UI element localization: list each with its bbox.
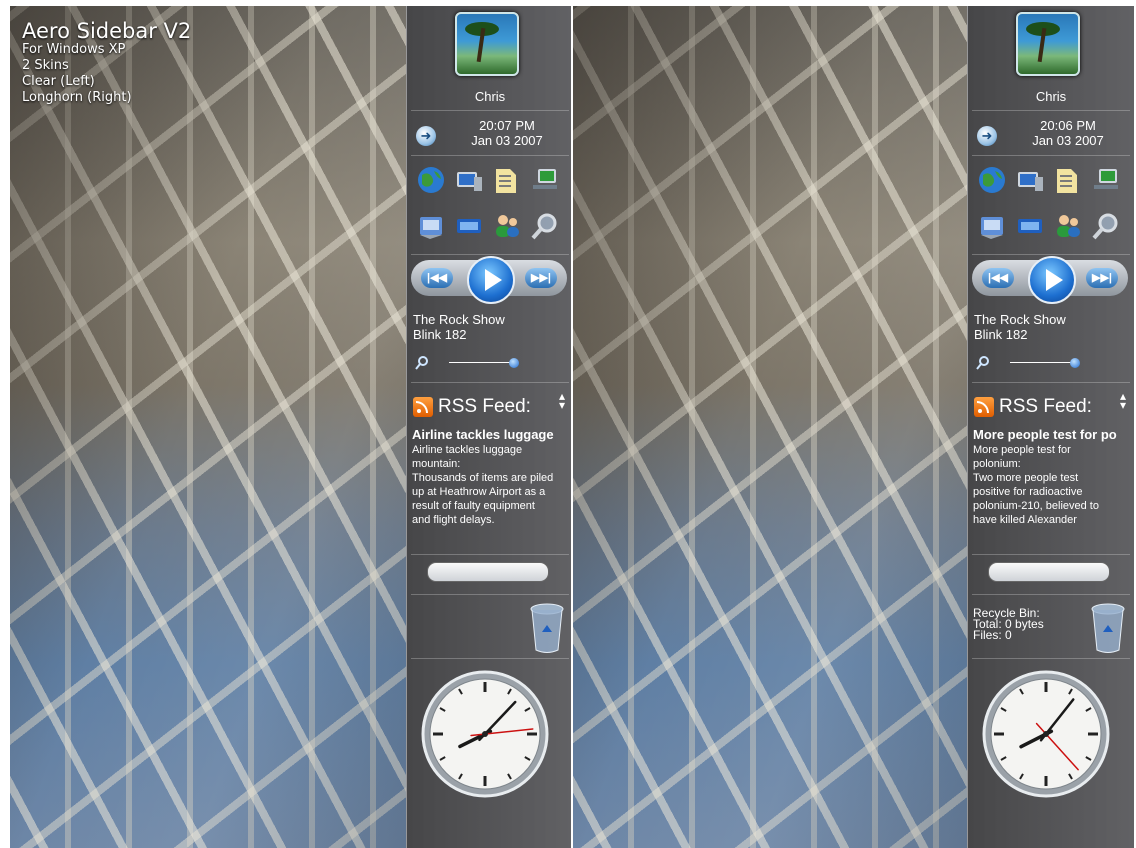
time-display: 20:06 PM Jan 03 2007 <box>1008 118 1128 148</box>
rss-label: RSS Feed: <box>438 396 531 417</box>
search-input[interactable] <box>988 562 1110 582</box>
rss-line: Airline tackles luggage <box>412 444 523 456</box>
volume-knob[interactable] <box>509 358 519 368</box>
network-icon[interactable] <box>529 164 561 196</box>
user-name: Chris <box>1035 89 1067 104</box>
rss-line: positive for radioactive <box>973 486 1083 498</box>
time-value: 20:07 PM <box>479 118 535 133</box>
rss-header: RSS Feed: <box>413 396 531 418</box>
users-icon[interactable] <box>491 210 523 242</box>
rss-label: RSS Feed: <box>999 396 1092 417</box>
recycle-bin-info: Recycle Bin: Total: 0 bytes Files: 0 <box>973 607 1044 642</box>
rss-line: have killed Alexander <box>973 514 1077 526</box>
time-value: 20:06 PM <box>1040 118 1096 133</box>
left-screenshot: Aero Sidebar V2 For Windows XP 2 Skins C… <box>10 6 571 848</box>
media-player-controls: |◀◀ ▶▶| <box>411 256 567 304</box>
rss-line: and flight delays. <box>412 514 495 526</box>
rss-line: up at Heathrow Airport as a <box>412 486 546 498</box>
search-magnifier-icon[interactable] <box>1090 210 1122 242</box>
song-title: The Rock Show <box>974 312 1066 327</box>
back-arrow-icon[interactable]: ➜ <box>416 126 436 146</box>
caption-line: 2 Skins <box>22 58 69 73</box>
rss-line: Thousands of items are piled <box>412 472 554 484</box>
next-track-button[interactable]: ▶▶| <box>1086 268 1118 288</box>
rss-dropdown-arrow-icon[interactable]: ▴ ▾ <box>1120 390 1126 411</box>
recycle-bin-files: Files: 0 <box>973 628 1012 642</box>
rss-line: mountain: <box>412 458 461 470</box>
desktop-wallpaper <box>10 6 406 848</box>
volume-magnifier-icon <box>415 356 428 370</box>
recycle-bin-icon[interactable] <box>1090 602 1126 654</box>
network-icon[interactable] <box>1090 164 1122 196</box>
rss-line: More people test for <box>973 444 1071 456</box>
users-icon[interactable] <box>1052 210 1084 242</box>
clock-center <box>482 731 488 737</box>
rss-icon <box>974 397 994 417</box>
song-artist: Blink 182 <box>413 327 467 342</box>
rss-headline[interactable]: Airline tackles luggage <box>412 427 570 442</box>
now-playing: The Rock Show Blink 182 <box>974 312 1066 342</box>
display-icon[interactable] <box>1014 210 1046 242</box>
caption-line: Longhorn (Right) <box>22 90 132 105</box>
search-input[interactable] <box>427 562 549 582</box>
previous-track-button[interactable]: |◀◀ <box>982 268 1014 288</box>
play-button[interactable] <box>467 256 515 304</box>
volume-knob[interactable] <box>1070 358 1080 368</box>
rss-icon <box>413 397 433 417</box>
my-computer-icon[interactable] <box>453 164 485 196</box>
documents-folder-icon[interactable] <box>491 164 523 196</box>
now-playing: The Rock Show Blink 182 <box>413 312 505 342</box>
media-player-controls: |◀◀ ▶▶| <box>972 256 1128 304</box>
clock-center <box>1043 731 1049 737</box>
launch-icons <box>415 164 565 242</box>
date-value: Jan 03 2007 <box>471 133 543 148</box>
right-screenshot: Chris ➜ 20:06 PM Jan 03 2007 |◀◀ ▶▶| The… <box>573 6 1136 848</box>
desktop-wallpaper <box>573 6 967 848</box>
rss-line: result of faulty equipment <box>412 500 535 512</box>
recycle-bin-icon[interactable] <box>529 602 565 654</box>
caption-title: Aero Sidebar V2 <box>22 19 192 43</box>
song-title: The Rock Show <box>413 312 505 327</box>
control-panel-icon[interactable] <box>976 210 1008 242</box>
back-arrow-icon[interactable]: ➜ <box>977 126 997 146</box>
play-button[interactable] <box>1028 256 1076 304</box>
volume-slider[interactable] <box>415 356 565 370</box>
caption-line: For Windows XP <box>22 42 126 57</box>
launch-icons <box>976 164 1126 242</box>
description-caption: Aero Sidebar V2 For Windows XP 2 Skins C… <box>22 20 191 106</box>
rss-body: More people test for polonium: Two more … <box>973 443 1129 527</box>
rss-line: polonium-210, believed to <box>973 500 1099 512</box>
analog-clock <box>421 670 549 798</box>
my-computer-icon[interactable] <box>1014 164 1046 196</box>
globe-icon[interactable] <box>976 164 1008 196</box>
user-avatar[interactable] <box>455 12 519 76</box>
user-avatar[interactable] <box>1016 12 1080 76</box>
rss-dropdown-arrow-icon[interactable]: ▴ ▾ <box>559 390 565 411</box>
sidebar-clear-skin: Chris ➜ 20:07 PM Jan 03 2007 |◀◀ ▶▶| The… <box>406 6 571 848</box>
previous-track-button[interactable]: |◀◀ <box>421 268 453 288</box>
sidebar-longhorn-skin: Chris ➜ 20:06 PM Jan 03 2007 |◀◀ ▶▶| The… <box>967 6 1134 848</box>
date-value: Jan 03 2007 <box>1032 133 1104 148</box>
volume-magnifier-icon <box>976 356 989 370</box>
control-panel-icon[interactable] <box>415 210 447 242</box>
rss-header: RSS Feed: <box>974 396 1092 418</box>
rss-headline[interactable]: More people test for po <box>973 427 1131 442</box>
next-track-button[interactable]: ▶▶| <box>525 268 557 288</box>
time-display: 20:07 PM Jan 03 2007 <box>447 118 567 148</box>
caption-line: Clear (Left) <box>22 74 95 89</box>
analog-clock <box>982 670 1110 798</box>
documents-folder-icon[interactable] <box>1052 164 1084 196</box>
globe-icon[interactable] <box>415 164 447 196</box>
volume-slider[interactable] <box>976 356 1126 370</box>
search-magnifier-icon[interactable] <box>529 210 561 242</box>
song-artist: Blink 182 <box>974 327 1028 342</box>
user-name: Chris <box>474 89 506 104</box>
display-icon[interactable] <box>453 210 485 242</box>
rss-body: Airline tackles luggage mountain: Thousa… <box>412 443 568 527</box>
rss-line: polonium: <box>973 458 1021 470</box>
rss-line: Two more people test <box>973 472 1079 484</box>
